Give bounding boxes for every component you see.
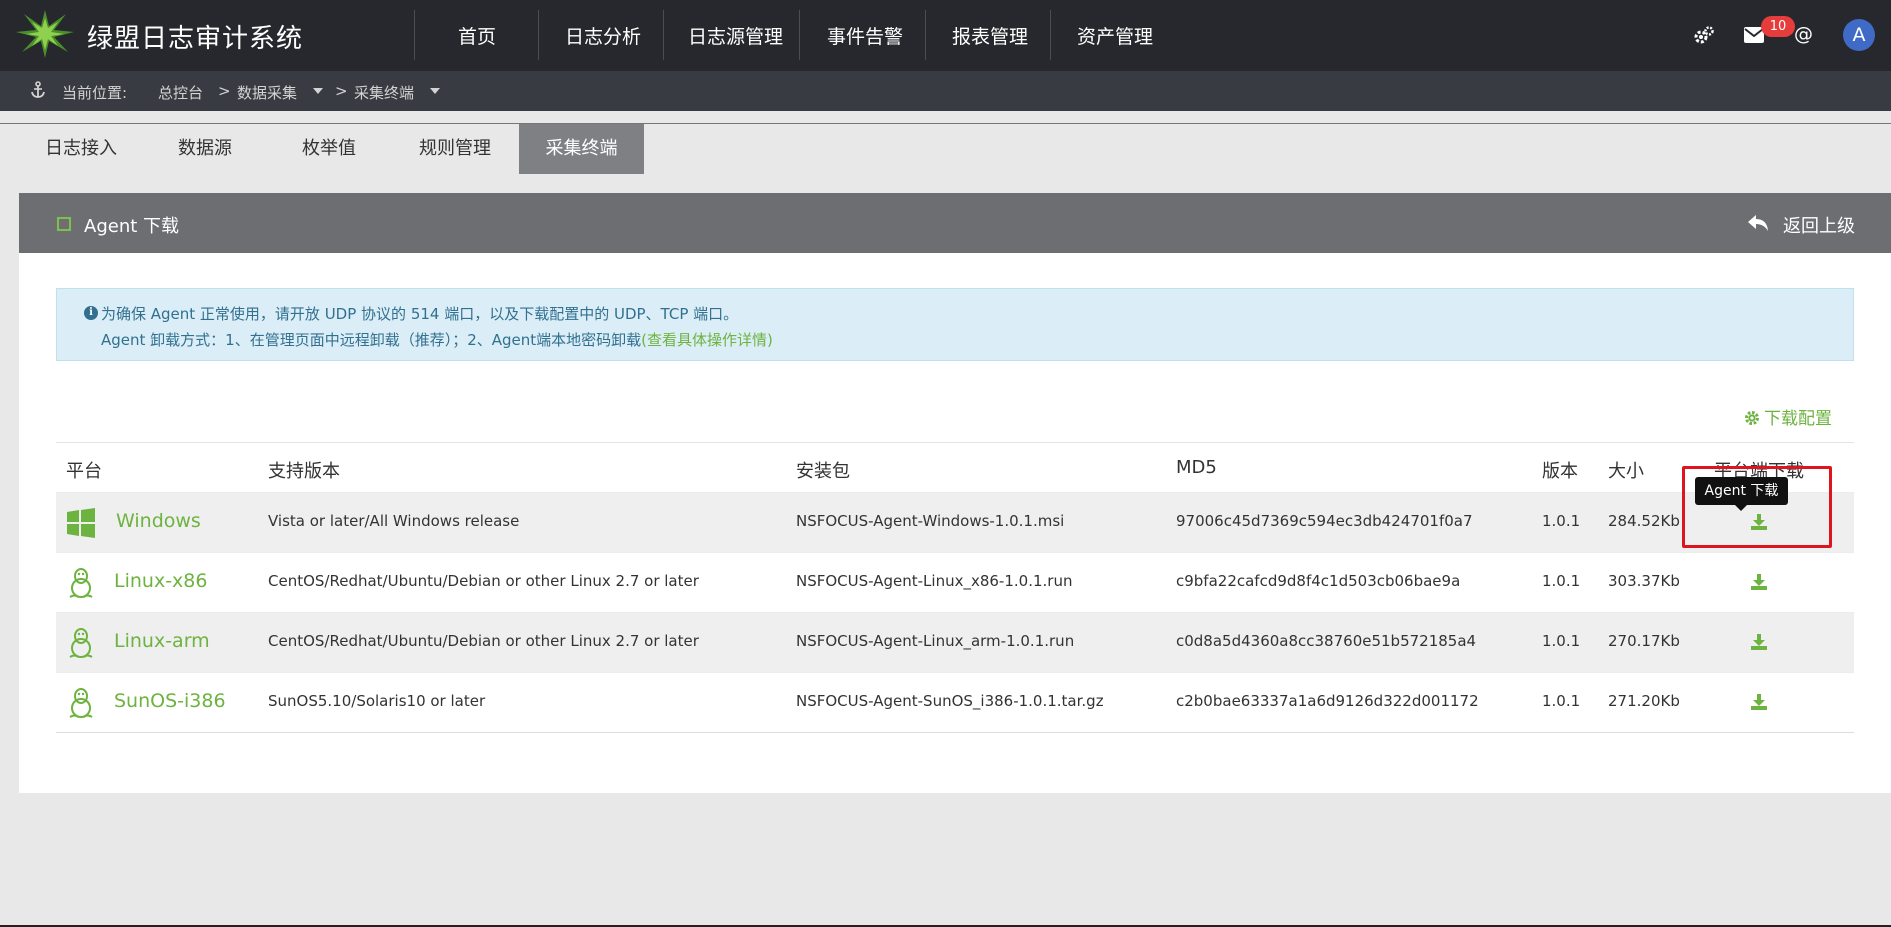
package-name: NSFOCUS-Agent-Linux_x86-1.0.1.run xyxy=(796,572,1073,590)
download-icon[interactable] xyxy=(1750,693,1768,711)
md5-value: c0d8a5d4360a8cc38760e51b572185a4 xyxy=(1176,632,1477,650)
chevron-down-icon[interactable] xyxy=(313,88,323,94)
nav-event-alert[interactable]: 事件告警 xyxy=(827,22,903,49)
package-name: NSFOCUS-Agent-Linux_arm-1.0.1.run xyxy=(796,632,1075,650)
table-row: Linux-arm CentOS/Redhat/Ubuntu/Debian or… xyxy=(56,612,1854,672)
nav-home[interactable]: 首页 xyxy=(458,22,496,49)
tab-data-source[interactable]: 数据源 xyxy=(143,124,267,174)
info-alert: i 为确保 Agent 正常使用，请开放 UDP 协议的 514 端口，以及下载… xyxy=(56,288,1854,361)
breadcrumb: 当前位置: 总控台 > 数据采集 > 采集终端 xyxy=(0,71,1891,111)
square-icon xyxy=(57,217,71,231)
table-row: Windows Vista or later/All Windows relea… xyxy=(56,492,1854,552)
download-config-label: 下载配置 xyxy=(1764,409,1832,429)
alert-text-ports: 为确保 Agent 正常使用，请开放 UDP 协议的 514 端口，以及下载配置… xyxy=(101,305,739,323)
column-package: 安装包 xyxy=(796,461,850,482)
linux-icon xyxy=(69,568,93,598)
linux-icon xyxy=(69,688,93,718)
agent-download-panel: Agent 下载 返回上级 i 为确保 Agent 正常使用，请开放 UDP 协… xyxy=(19,193,1891,793)
panel-header: Agent 下载 返回上级 xyxy=(19,193,1891,253)
tab-log-access[interactable]: 日志接入 xyxy=(19,124,143,174)
operation-details-link[interactable]: (查看具体操作详情) xyxy=(641,331,773,349)
chevron-down-icon[interactable] xyxy=(430,88,440,94)
table-row: Linux-x86 CentOS/Redhat/Ubuntu/Debian or… xyxy=(56,552,1854,612)
platform-name: Linux-x86 xyxy=(114,570,208,592)
breadcrumb-item-data-collection[interactable]: 数据采集 xyxy=(237,82,297,103)
support-version: SunOS5.10/Solaris10 or later xyxy=(268,692,486,710)
nav-divider xyxy=(925,10,926,60)
breadcrumb-item-dashboard[interactable]: 总控台 xyxy=(158,82,203,103)
version-value: 1.0.1 xyxy=(1542,572,1581,590)
nav-divider xyxy=(1050,10,1051,60)
tab-collection-terminal[interactable]: 采集终端 xyxy=(519,124,644,174)
tab-bar: 日志接入 数据源 枚举值 规则管理 采集终端 xyxy=(0,123,1891,174)
highlight-box xyxy=(1682,466,1832,548)
linux-icon xyxy=(69,628,93,658)
table-bottom-border xyxy=(56,732,1854,733)
alert-uninstall-text: Agent 卸载方式：1、在管理页面中远程卸载（推荐）；2、Agent端本地密码… xyxy=(101,331,642,349)
support-version: CentOS/Redhat/Ubuntu/Debian or other Lin… xyxy=(268,572,699,590)
md5-value: c2b0bae63337a1a6d9126d322d001172 xyxy=(1176,692,1479,710)
platform-name: Linux-arm xyxy=(114,630,210,652)
tab-enum-values[interactable]: 枚举值 xyxy=(267,124,391,174)
tab-rule-management[interactable]: 规则管理 xyxy=(391,124,519,174)
support-version: Vista or later/All Windows release xyxy=(268,512,520,530)
size-value: 284.52Kb xyxy=(1608,512,1680,530)
column-version: 版本 xyxy=(1542,461,1578,482)
column-platform: 平台 xyxy=(66,461,102,482)
panel-title: Agent 下载 xyxy=(84,216,180,237)
gear-icon xyxy=(1745,411,1759,425)
md5-value: c9bfa22cafcd9d8f4c1d503cb06bae9a xyxy=(1176,572,1461,590)
download-config-button[interactable]: 下载配置 xyxy=(1744,404,1832,429)
nav-divider xyxy=(538,10,539,60)
column-support-version: 支持版本 xyxy=(268,461,340,482)
size-value: 270.17Kb xyxy=(1608,632,1680,650)
md5-value: 97006c45d7369c594ec3db424701f0a7 xyxy=(1176,512,1473,530)
at-icon[interactable]: @ xyxy=(1794,23,1813,45)
table-header: 平台 支持版本 安装包 MD5 版本 大小 平台端下载 xyxy=(56,442,1854,492)
mail-count-badge: 10 xyxy=(1761,16,1795,37)
size-value: 271.20Kb xyxy=(1608,692,1680,710)
avatar[interactable]: A xyxy=(1843,19,1875,51)
nav-divider xyxy=(414,10,415,60)
nav-report[interactable]: 报表管理 xyxy=(952,22,1028,49)
platform-name: Windows xyxy=(116,510,201,532)
version-value: 1.0.1 xyxy=(1542,632,1581,650)
nav-assets[interactable]: 资产管理 xyxy=(1077,22,1153,49)
breadcrumb-separator: > xyxy=(335,82,348,100)
reply-icon[interactable] xyxy=(1747,213,1769,233)
table-row: SunOS-i386 SunOS5.10/Solaris10 or later … xyxy=(56,672,1854,732)
info-icon: i xyxy=(84,306,98,320)
nav-log-analysis[interactable]: 日志分析 xyxy=(565,22,641,49)
settings-icon[interactable] xyxy=(1693,25,1715,47)
breadcrumb-separator: > xyxy=(218,82,231,100)
nav-divider xyxy=(799,10,800,60)
download-icon[interactable] xyxy=(1750,573,1768,591)
back-button[interactable]: 返回上级 xyxy=(1783,212,1855,238)
nav-divider xyxy=(663,10,664,60)
top-navbar: 绿盟日志审计系统 首页 日志分析 日志源管理 事件告警 报表管理 资产管理 10… xyxy=(0,0,1891,71)
size-value: 303.37Kb xyxy=(1608,572,1680,590)
platform-name: SunOS-i386 xyxy=(114,690,226,712)
breadcrumb-label: 当前位置: xyxy=(62,84,128,102)
version-value: 1.0.1 xyxy=(1542,512,1581,530)
nav-log-source[interactable]: 日志源管理 xyxy=(688,22,783,49)
column-size: 大小 xyxy=(1608,461,1644,482)
app-title: 绿盟日志审计系统 xyxy=(87,24,304,54)
windows-icon xyxy=(67,508,95,538)
support-version: CentOS/Redhat/Ubuntu/Debian or other Lin… xyxy=(268,632,699,650)
version-value: 1.0.1 xyxy=(1542,692,1581,710)
column-md5: MD5 xyxy=(1176,457,1217,478)
download-icon[interactable] xyxy=(1750,633,1768,651)
package-name: NSFOCUS-Agent-Windows-1.0.1.msi xyxy=(796,512,1065,530)
logo-icon xyxy=(16,10,74,58)
package-name: NSFOCUS-Agent-SunOS_i386-1.0.1.tar.gz xyxy=(796,692,1104,710)
anchor-icon xyxy=(31,81,45,98)
alert-text-uninstall: Agent 卸载方式：1、在管理页面中远程卸载（推荐）；2、Agent端本地密码… xyxy=(101,329,773,350)
breadcrumb-item-terminal[interactable]: 采集终端 xyxy=(354,82,414,103)
